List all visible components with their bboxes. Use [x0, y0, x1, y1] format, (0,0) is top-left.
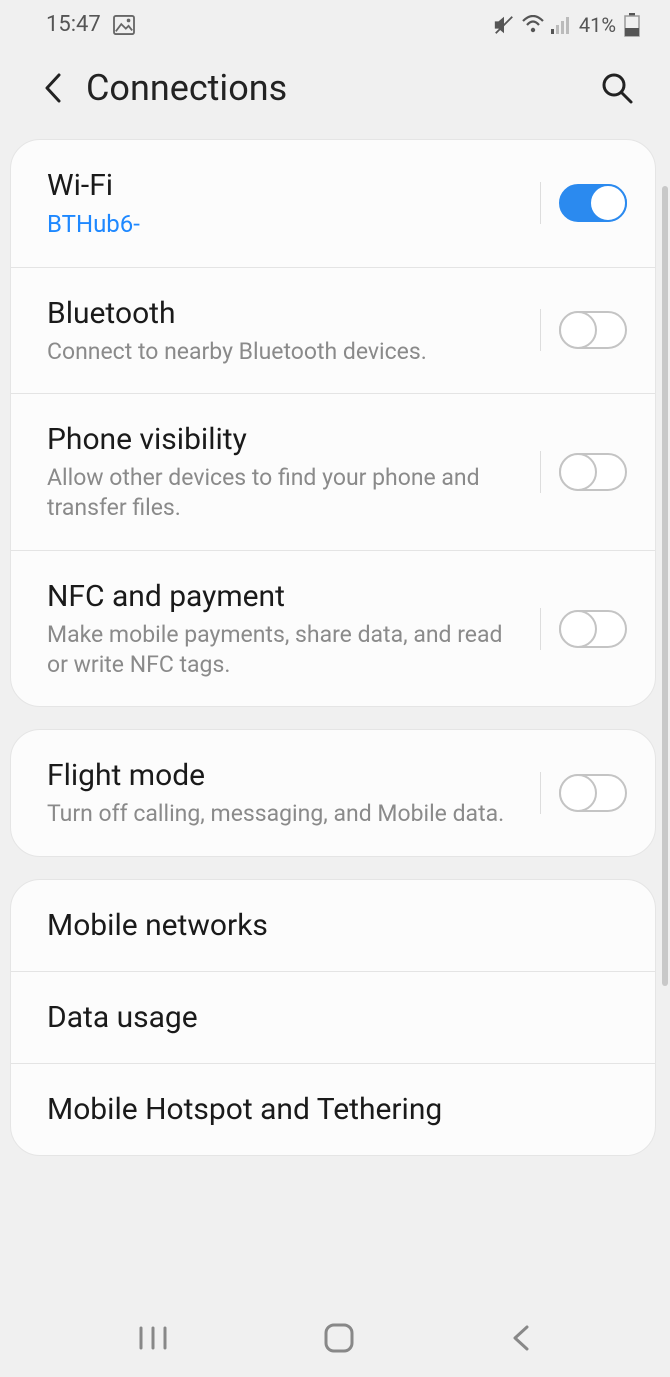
home-button[interactable] [323, 1322, 355, 1354]
status-bar: 15:47 41% [0, 0, 670, 47]
nfc-title: NFC and payment [47, 577, 530, 616]
mobile-networks-title: Mobile networks [47, 906, 627, 945]
hotspot-title: Mobile Hotspot and Tethering [47, 1090, 627, 1129]
mute-icon [493, 14, 515, 36]
bluetooth-toggle[interactable] [559, 311, 627, 349]
back-button[interactable] [40, 71, 66, 105]
recents-button[interactable] [137, 1324, 169, 1352]
data-usage-row[interactable]: Data usage [11, 972, 655, 1064]
flight-mode-title: Flight mode [47, 756, 530, 795]
data-usage-title: Data usage [47, 998, 627, 1037]
search-button[interactable] [600, 71, 640, 105]
wifi-row[interactable]: Wi-Fi BTHub6- [11, 140, 655, 268]
flight-mode-toggle[interactable] [559, 774, 627, 812]
mobile-networks-row[interactable]: Mobile networks [11, 880, 655, 972]
wifi-toggle[interactable] [559, 184, 627, 222]
divider [540, 772, 541, 814]
connections-group-3: Mobile networks Data usage Mobile Hotspo… [10, 879, 656, 1156]
bluetooth-sub: Connect to nearby Bluetooth devices. [47, 337, 530, 367]
scroll-indicator[interactable] [662, 186, 668, 986]
battery-percent: 41% [579, 13, 616, 37]
wifi-network: BTHub6- [47, 209, 530, 241]
page-title: Connections [86, 67, 580, 109]
navigation-bar [0, 1299, 670, 1377]
nfc-toggle[interactable] [559, 610, 627, 648]
phone-visibility-toggle[interactable] [559, 453, 627, 491]
battery-icon [624, 13, 640, 37]
phone-visibility-title: Phone visibility [47, 420, 530, 459]
bluetooth-title: Bluetooth [47, 294, 530, 333]
flight-mode-sub: Turn off calling, messaging, and Mobile … [47, 799, 530, 829]
phone-visibility-sub: Allow other devices to find your phone a… [47, 463, 530, 524]
status-time: 15:47 [46, 12, 101, 37]
signal-icon [551, 16, 571, 34]
connections-group-2: Flight mode Turn off calling, messaging,… [10, 729, 656, 856]
flight-mode-row[interactable]: Flight mode Turn off calling, messaging,… [11, 730, 655, 855]
connections-group-1: Wi-Fi BTHub6- Bluetooth Connect to nearb… [10, 139, 656, 707]
screenshot-icon [113, 15, 135, 35]
header: Connections [0, 47, 670, 139]
divider [540, 608, 541, 650]
nfc-sub: Make mobile payments, share data, and re… [47, 620, 530, 681]
hotspot-row[interactable]: Mobile Hotspot and Tethering [11, 1064, 655, 1155]
nfc-row[interactable]: NFC and payment Make mobile payments, sh… [11, 551, 655, 707]
divider [540, 309, 541, 351]
divider [540, 182, 541, 224]
wifi-title: Wi-Fi [47, 166, 530, 205]
nav-back-button[interactable] [509, 1323, 533, 1353]
phone-visibility-row[interactable]: Phone visibility Allow other devices to … [11, 394, 655, 551]
bluetooth-row[interactable]: Bluetooth Connect to nearby Bluetooth de… [11, 268, 655, 394]
divider [540, 451, 541, 493]
wifi-icon [521, 15, 545, 35]
